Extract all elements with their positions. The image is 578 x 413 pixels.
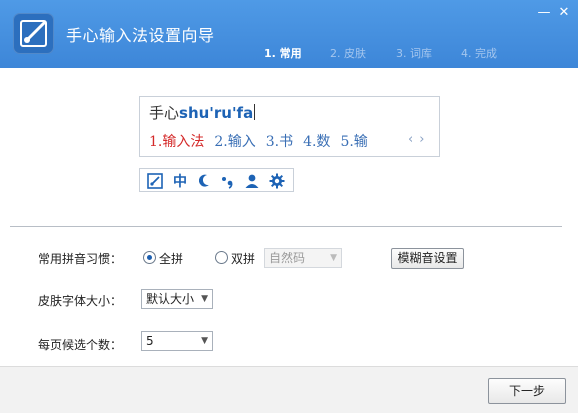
logo-icon (147, 173, 163, 189)
candidate-list: 1.输入法 2.输入 3.书 4.数 5.输 (149, 131, 378, 151)
chevron-down-icon: ▼ (201, 336, 208, 346)
text-caret (254, 104, 256, 120)
candidate-item: 3.书 (265, 134, 294, 150)
full-pinyin-label[interactable]: 全拼 (159, 250, 183, 267)
candidate-pager: ‹ › (408, 132, 430, 147)
candidates-per-page-value: 5 (146, 334, 154, 348)
preview-composition: 手心shu'ru'fa (149, 102, 256, 123)
ime-status-toolbar: 中 (139, 168, 294, 192)
chevron-left-icon: ‹ (408, 132, 414, 147)
step-skin: 2. 皮肤 (330, 47, 366, 60)
ime-preview-window: 手心shu'ru'fa 1.输入法 2.输入 3.书 4.数 5.输 ‹ › (139, 96, 440, 157)
footer-bar: 下一步 (0, 366, 578, 413)
section-divider (10, 226, 562, 227)
close-icon[interactable]: ✕ (557, 6, 571, 20)
candidate-item: 1.输入法 (149, 134, 205, 150)
full-pinyin-radio[interactable] (143, 251, 156, 264)
chevron-right-icon: › (419, 132, 425, 147)
preview-committed-text: 手心 (149, 104, 180, 122)
preview-pinyin-text: shu'ru'fa (179, 104, 254, 122)
wizard-steps: 1. 常用 2. 皮肤 3. 词库 4. 完成 (0, 45, 578, 61)
step-dictionary: 3. 词库 (396, 47, 432, 60)
double-pinyin-label[interactable]: 双拼 (231, 250, 255, 267)
skin-font-size-label: 皮肤字体大小： (38, 294, 123, 308)
chevron-down-icon: ▼ (330, 253, 337, 263)
pinyin-habit-label: 常用拼音习惯： (38, 252, 123, 266)
title-bar: 手心输入法设置向导 — ✕ 1. 常用 2. 皮肤 3. 词库 4. 完成 (0, 0, 578, 68)
skin-font-size-select[interactable]: 默认大小 ▼ (141, 289, 213, 309)
candidate-item: 4.数 (303, 134, 331, 150)
candidates-per-page-label: 每页候选个数： (38, 338, 123, 352)
candidate-item: 5.输 (340, 134, 368, 150)
half-width-icon (198, 174, 209, 187)
skin-font-size-value: 默认大小 (146, 292, 195, 306)
step-common: 1. 常用 (264, 47, 302, 60)
double-pinyin-radio[interactable] (215, 251, 228, 264)
step-finish: 4. 完成 (461, 47, 497, 60)
double-pinyin-scheme-value: 自然码 (269, 251, 306, 265)
candidates-per-page-select[interactable]: 5 ▼ (141, 331, 213, 351)
next-button[interactable]: 下一步 (488, 378, 566, 404)
punctuation-icon (222, 177, 233, 189)
candidate-item: 2.输入 (214, 134, 256, 150)
chinese-mode-icon: 中 (173, 174, 187, 190)
window-title: 手心输入法设置向导 (66, 26, 215, 45)
chevron-down-icon: ▼ (201, 294, 208, 304)
minimize-icon[interactable]: — (537, 6, 551, 20)
fuzzy-pinyin-settings-button[interactable]: 模糊音设置 (391, 248, 464, 269)
user-icon (245, 174, 259, 188)
double-pinyin-scheme-select[interactable]: 自然码 ▼ (264, 248, 342, 268)
settings-icon (269, 173, 285, 189)
